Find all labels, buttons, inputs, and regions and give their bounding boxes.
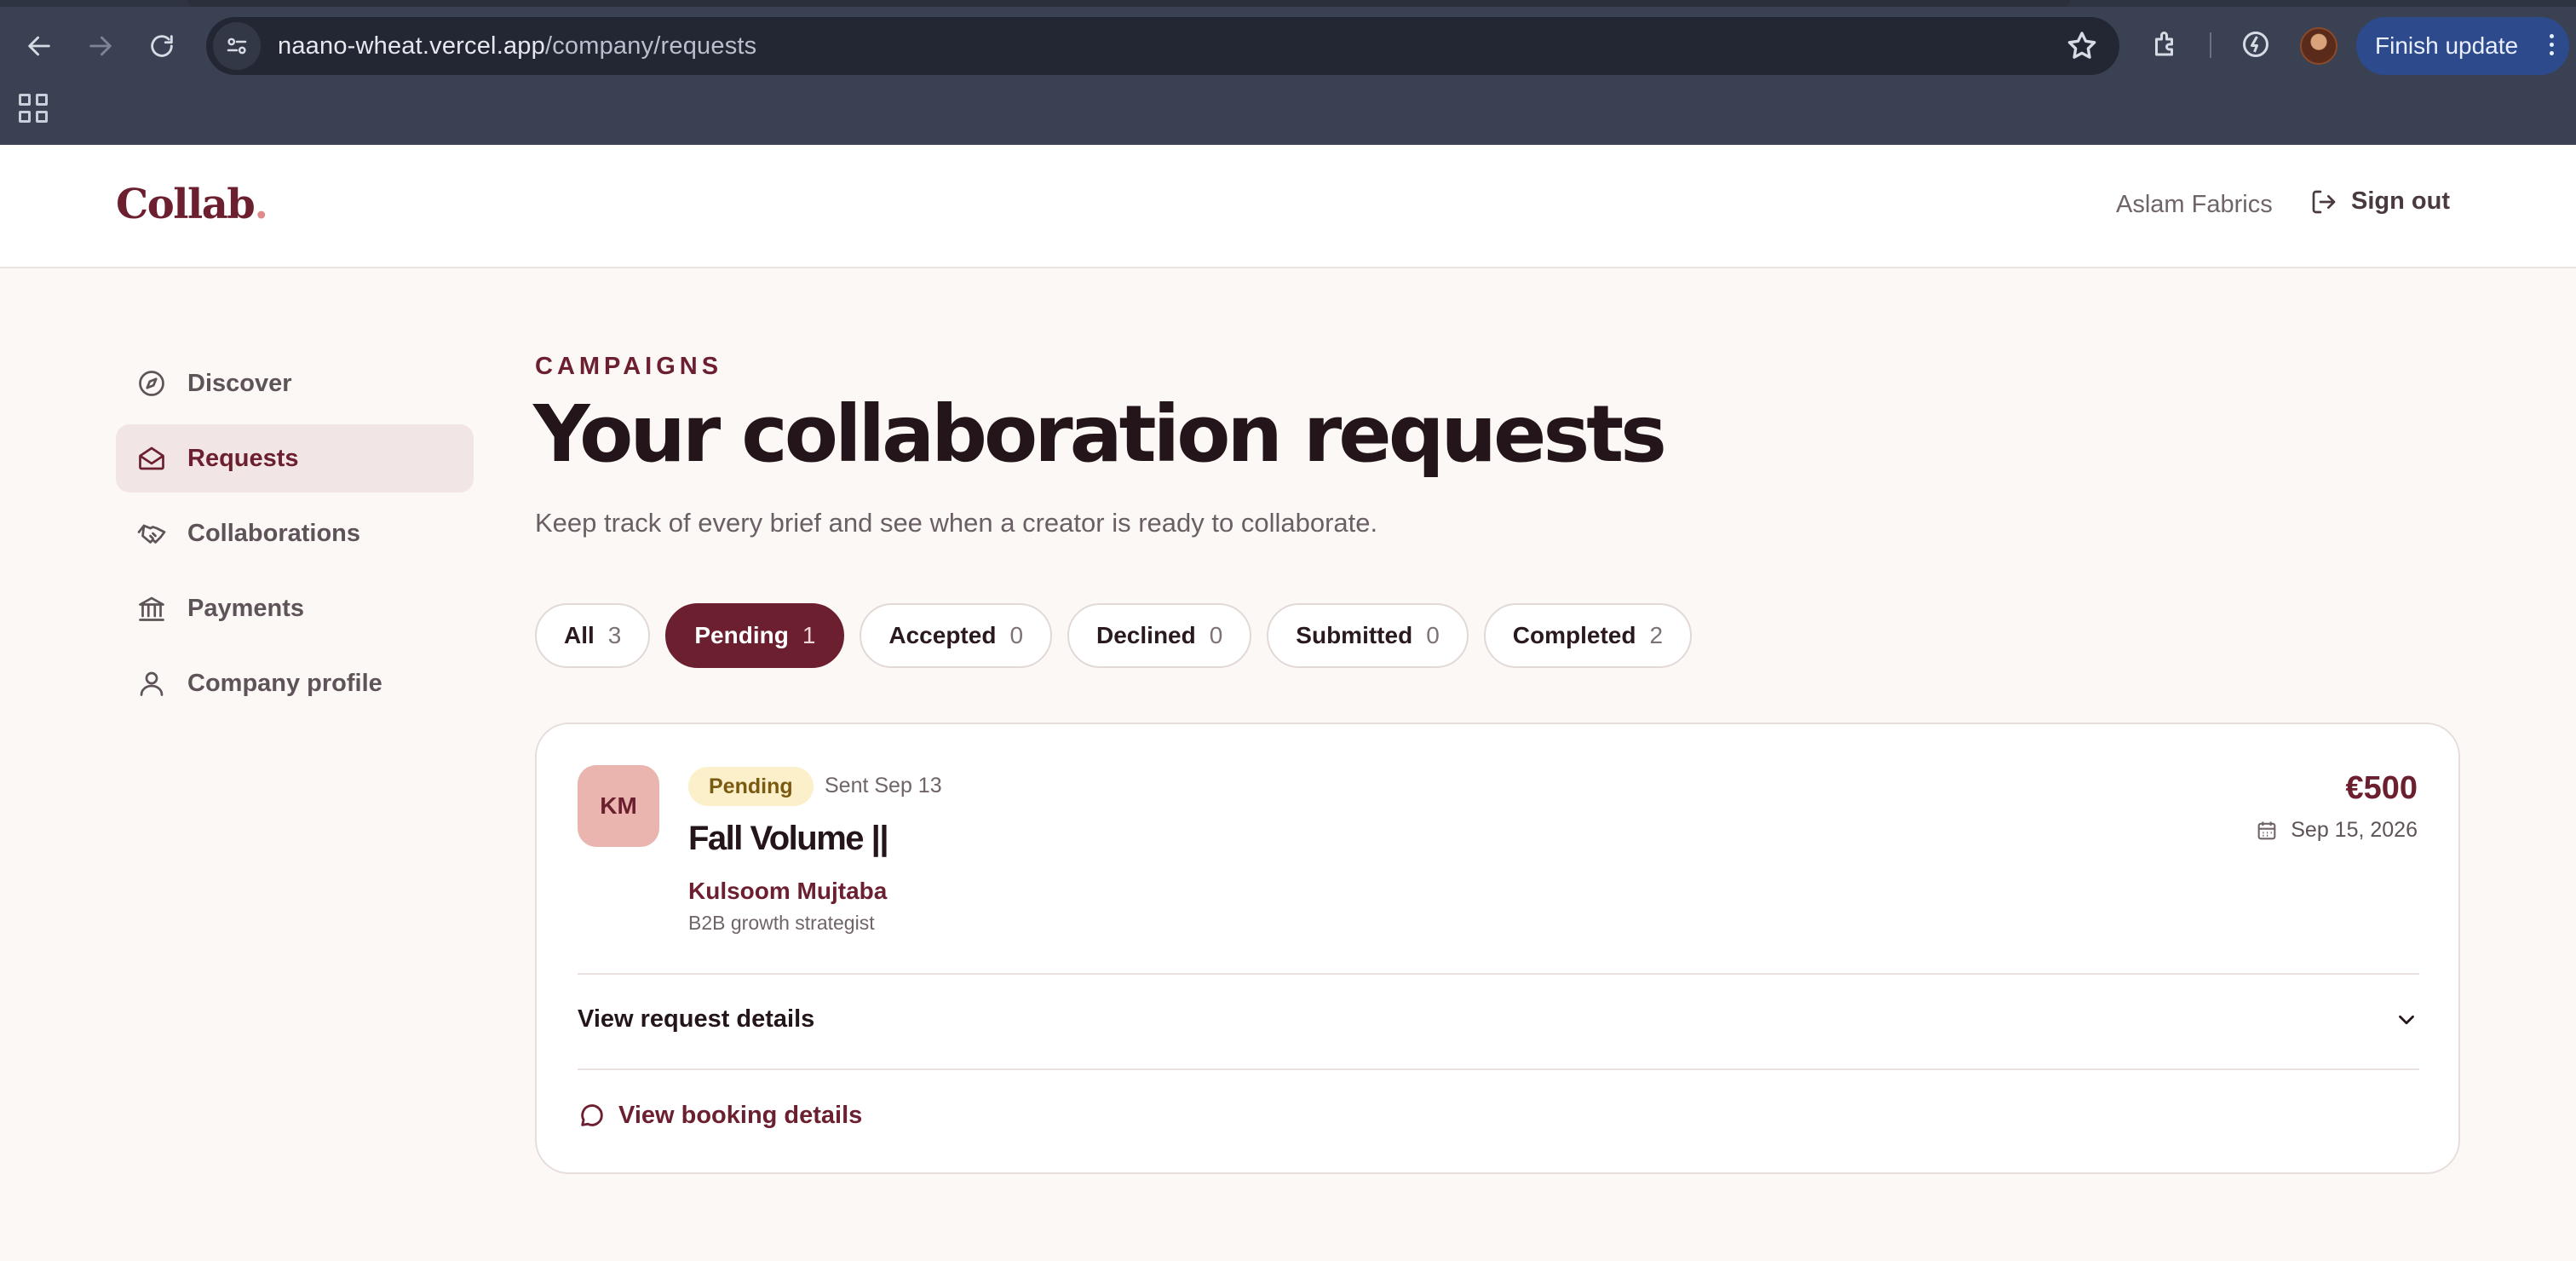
section-eyebrow: CAMPAIGNS xyxy=(535,353,723,380)
user-icon xyxy=(140,671,164,696)
page-title: Your collaboration requests xyxy=(533,389,1667,480)
filter-label: Submitted xyxy=(1296,622,1413,648)
profile-avatar[interactable] xyxy=(2300,27,2337,65)
sidebar-item-collaborations[interactable]: Collaborations xyxy=(116,499,474,567)
sidebar-item-company-profile[interactable]: Company profile xyxy=(116,649,474,717)
reload-button[interactable] xyxy=(136,20,187,72)
toolbar-divider xyxy=(2210,32,2211,58)
site-info-icon[interactable] xyxy=(213,22,261,70)
reload-icon xyxy=(151,35,173,57)
envelope-icon xyxy=(139,446,164,470)
filter-completed[interactable]: Completed 2 xyxy=(1483,603,1693,668)
logo-text: Collab xyxy=(116,181,256,228)
compass-icon xyxy=(139,371,164,396)
status-filter-tabs: All 3 Pending 1 Accepted 0 Declined 0 Submit… xyxy=(535,603,1693,668)
sign-out-label: Sign out xyxy=(2351,187,2450,215)
creator-name[interactable]: Kulsoom Mujtaba xyxy=(688,878,887,905)
performance-icon[interactable] xyxy=(2237,26,2274,63)
filter-pending[interactable]: Pending 1 xyxy=(665,603,845,668)
sidebar-item-requests[interactable]: Requests xyxy=(116,424,474,492)
sidebar: Discover Requests Collaborations Payment… xyxy=(116,349,474,724)
sidebar-item-label: Discover xyxy=(187,369,292,397)
apps-grid-icon[interactable] xyxy=(19,94,48,123)
filter-label: All xyxy=(564,622,595,648)
filter-label: Accepted xyxy=(888,622,997,648)
filter-count: 0 xyxy=(1209,622,1223,648)
filter-label: Pending xyxy=(694,622,789,648)
finish-update-button[interactable]: Finish update xyxy=(2356,17,2569,75)
company-name: Aslam Fabrics xyxy=(2116,191,2273,218)
creator-role: B2B growth strategist xyxy=(688,912,875,934)
sign-out-button[interactable]: Sign out xyxy=(2310,187,2450,216)
filter-all[interactable]: All 3 xyxy=(535,603,651,668)
sign-out-icon xyxy=(2312,190,2336,213)
forward-button[interactable] xyxy=(75,20,126,72)
due-date: Sep 15, 2026 xyxy=(2255,818,2418,843)
extensions-icon[interactable] xyxy=(2147,26,2184,63)
sent-date: Sent Sep 13 xyxy=(825,774,942,797)
view-request-details-toggle[interactable]: View request details xyxy=(578,1005,2419,1034)
filter-count: 2 xyxy=(1649,622,1664,648)
tab-strip xyxy=(0,0,2576,7)
handshake-icon xyxy=(137,524,166,544)
filter-submitted[interactable]: Submitted 0 xyxy=(1267,603,1469,668)
view-request-details-label: View request details xyxy=(578,1005,815,1033)
logo[interactable]: Collab. xyxy=(116,181,268,228)
sidebar-item-discover[interactable]: Discover xyxy=(116,349,474,417)
filter-count: 0 xyxy=(1426,622,1440,648)
campaign-price: €500 xyxy=(2345,770,2418,806)
chat-bubble-icon xyxy=(581,1104,603,1126)
page-subtitle: Keep track of every brief and see when a… xyxy=(535,508,1378,538)
sidebar-item-label: Payments xyxy=(187,594,305,622)
creator-avatar: KM xyxy=(578,765,659,847)
sidebar-item-label: Requests xyxy=(187,444,299,472)
back-button[interactable] xyxy=(14,20,65,72)
bank-icon xyxy=(139,596,164,621)
url-path: /company/requests xyxy=(544,32,757,60)
card-divider xyxy=(578,1068,2419,1070)
active-tab[interactable] xyxy=(187,0,2070,7)
browser-chrome: naano-wheat.vercel.app/company/requests … xyxy=(0,0,2576,145)
sidebar-item-label: Company profile xyxy=(187,669,382,697)
due-date-text: Sep 15, 2026 xyxy=(2291,818,2418,842)
filter-count: 3 xyxy=(607,622,622,648)
status-badge: Pending xyxy=(688,767,814,806)
app-header: Collab. Aslam Fabrics Sign out xyxy=(0,145,2576,268)
filter-count: 1 xyxy=(802,622,816,648)
filter-label: Completed xyxy=(1512,622,1636,648)
filter-count: 0 xyxy=(1009,622,1024,648)
bookmark-star-icon[interactable] xyxy=(2065,29,2099,63)
request-card: KM Pending Sent Sep 13 Fall Volume || Ku… xyxy=(535,723,2460,1174)
sidebar-item-label: Collaborations xyxy=(187,519,361,547)
logo-dot: . xyxy=(254,181,268,228)
more-options-icon xyxy=(2550,34,2554,55)
filter-label: Declined xyxy=(1096,622,1196,648)
address-bar[interactable]: naano-wheat.vercel.app/company/requests xyxy=(206,17,2119,75)
filter-declined[interactable]: Declined 0 xyxy=(1067,603,1252,668)
sidebar-item-payments[interactable]: Payments xyxy=(116,574,474,642)
finish-update-label: Finish update xyxy=(2375,32,2519,59)
view-booking-details-link[interactable]: View booking details xyxy=(578,1101,862,1130)
chevron-down-icon xyxy=(2399,1015,2414,1024)
campaign-title: Fall Volume || xyxy=(688,820,889,857)
card-divider xyxy=(578,973,2419,975)
calendar-icon xyxy=(2257,821,2276,839)
view-booking-details-label: View booking details xyxy=(618,1101,863,1129)
url-text: naano-wheat.vercel.app/company/requests xyxy=(278,32,756,60)
arrow-right-icon xyxy=(89,36,112,56)
url-host: naano-wheat.vercel.app xyxy=(278,32,545,60)
arrow-left-icon xyxy=(28,36,50,56)
filter-accepted[interactable]: Accepted 0 xyxy=(860,603,1053,668)
